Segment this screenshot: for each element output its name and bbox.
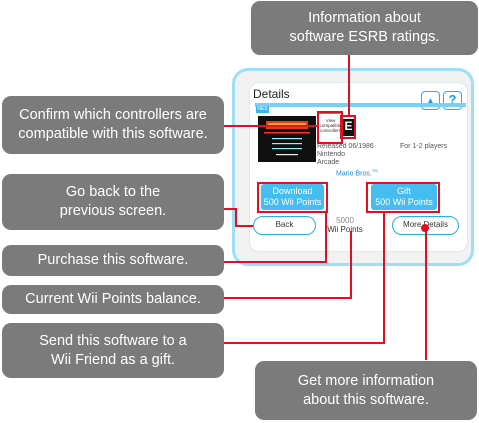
- scroll-up-button[interactable]: ▲: [421, 91, 440, 110]
- console-tag: NES: [256, 106, 269, 113]
- back-callout: Go back to the previous screen.: [2, 174, 224, 230]
- purchase-leader-line-h: [224, 261, 327, 263]
- help-button[interactable]: ?: [443, 91, 462, 110]
- purchase-leader-line-v: [325, 212, 327, 262]
- esrb-callout: Information about software ESRB ratings.: [251, 1, 478, 55]
- more-details-marker-dot: [421, 224, 429, 232]
- purchase-callout-text: Purchase this software.: [37, 252, 189, 268]
- balance-value: 5000: [336, 216, 354, 225]
- player-count: For 1-2 players: [400, 143, 448, 150]
- controllers-callout-text: Confirm which controllers are compatible…: [18, 107, 208, 142]
- more-leader-line-v: [425, 228, 427, 360]
- game-title: Mario Bros.TM: [336, 167, 378, 178]
- balance-callout: Current Wii Points balance.: [2, 285, 224, 314]
- gift-highlight: [366, 182, 440, 213]
- back-button[interactable]: Back: [253, 216, 316, 235]
- esrb-callout-text: Information about software ESRB ratings.: [289, 10, 440, 45]
- balance-leader-line-v: [350, 231, 352, 299]
- back-callout-text: Go back to the previous screen.: [59, 184, 167, 219]
- esrb-leader-line: [348, 55, 350, 117]
- game-screenshot: [258, 116, 316, 162]
- genre: Arcade: [317, 159, 340, 166]
- game-screenshot-art: [258, 116, 316, 162]
- gift-leader-line-h: [224, 342, 385, 344]
- title-ribbon: [255, 103, 466, 107]
- controllers-leader-line: [224, 125, 318, 127]
- gift-callout-text: Send this software to a Wii Friend as a …: [39, 332, 187, 368]
- download-highlight: [257, 182, 328, 213]
- back-label: Back: [275, 220, 294, 229]
- page-title: Details: [253, 87, 290, 101]
- back-leader-line-v: [235, 208, 237, 226]
- trademark-mark: TM: [371, 168, 378, 173]
- balance-leader-line-h: [224, 297, 352, 299]
- release-date: Released 06/1986: [317, 143, 374, 150]
- game-title-name: Mario Bros.: [336, 170, 372, 178]
- gift-leader-line-v: [383, 212, 385, 343]
- esrb-highlight: [340, 115, 356, 139]
- purchase-callout: Purchase this software.: [2, 245, 224, 276]
- controllers-callout: Confirm which controllers are compatible…: [2, 96, 224, 154]
- wii-points-balance: 5000 Wii Points: [320, 216, 370, 234]
- more-details-callout-text: Get more information about this software…: [297, 372, 435, 408]
- balance-callout-text: Current Wii Points balance.: [25, 291, 201, 307]
- balance-unit: Wii Points: [327, 225, 363, 234]
- more-details-callout: Get more information about this software…: [255, 361, 477, 420]
- publisher: Nintendo: [317, 151, 346, 158]
- back-leader-line-h2: [235, 225, 253, 227]
- gift-callout: Send this software to a Wii Friend as a …: [2, 323, 224, 378]
